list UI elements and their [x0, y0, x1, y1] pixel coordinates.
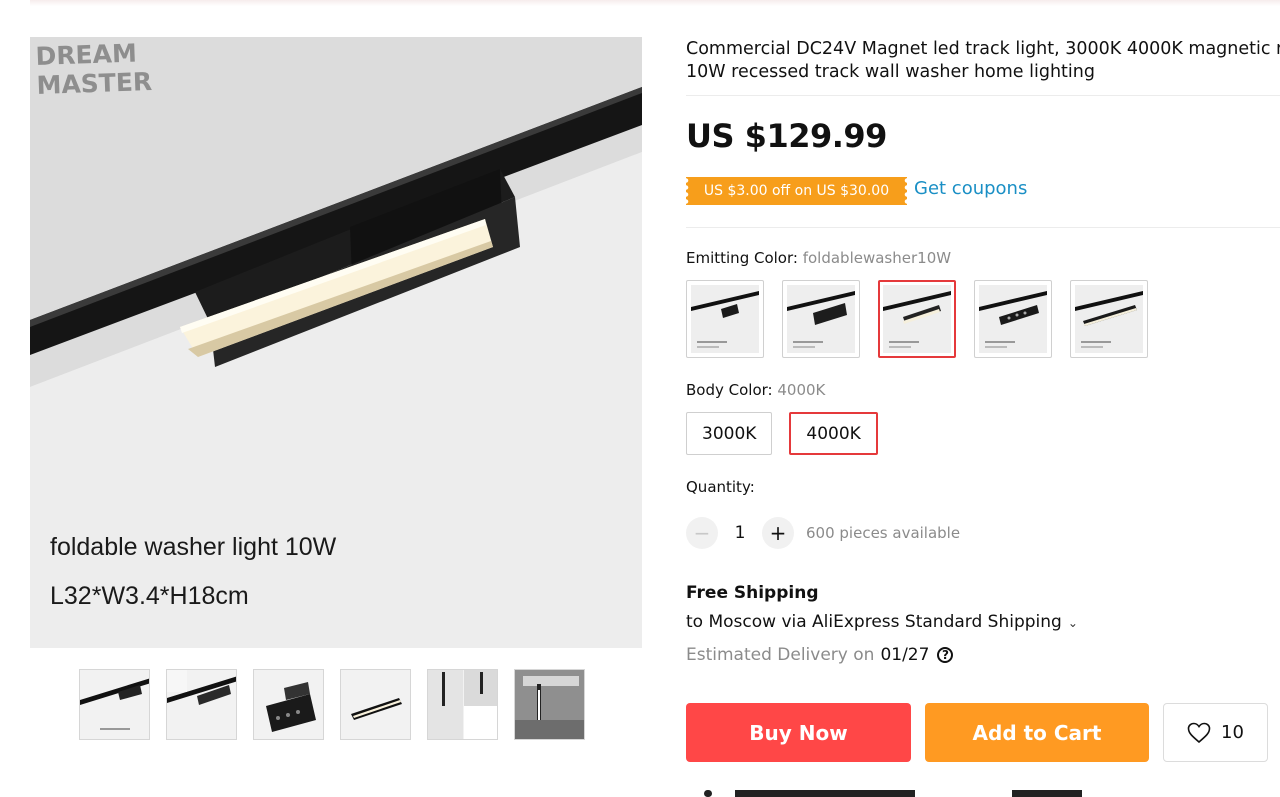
emitting-color-option-selected[interactable] [878, 280, 956, 358]
body-color-options: 3000K 4000K [686, 412, 878, 455]
emitting-color-option[interactable] [974, 280, 1052, 358]
quantity-increase-button[interactable]: + [762, 517, 794, 549]
body-color-selected-value: 4000K [777, 381, 826, 399]
thumbnail[interactable] [514, 669, 585, 740]
cut-off-content [700, 790, 1100, 797]
product-price: US $129.99 [686, 117, 887, 155]
emitting-color-label: Emitting Color: foldablewasher10W [686, 249, 951, 267]
body-color-label-text: Body Color: [686, 381, 773, 399]
image-caption-name: foldable washer light 10W [50, 533, 337, 561]
emitting-color-label-text: Emitting Color: [686, 249, 798, 267]
quantity-stepper: − 1 + 600 pieces available [686, 517, 960, 549]
thumbnail[interactable] [79, 669, 150, 740]
brand-logo: DREAM MASTER [35, 38, 153, 100]
heart-icon [1187, 722, 1211, 743]
thumbnail[interactable] [166, 669, 237, 740]
quantity-available: 600 pieces available [806, 524, 961, 542]
get-coupons-link[interactable]: Get coupons [914, 178, 1027, 199]
coupon-edge-left [686, 177, 690, 205]
product-title: Commercial DC24V Magnet led track light,… [686, 38, 1280, 84]
add-to-cart-button[interactable]: Add to Cart [925, 703, 1149, 762]
product-title-line1: Commercial DC24V Magnet led track light,… [686, 39, 1280, 59]
body-color-option-4000k[interactable]: 4000K [789, 412, 878, 455]
brand-logo-line1: DREAM [35, 38, 138, 72]
brand-logo-line2: MASTER [36, 66, 153, 100]
wishlist-button[interactable]: 10 [1163, 703, 1268, 762]
coupon-badge-text: US $3.00 off on US $30.00 [686, 177, 907, 205]
chevron-down-icon: ⌄ [1067, 616, 1078, 630]
shipping-method-text: to Moscow via AliExpress Standard Shippi… [686, 612, 1062, 632]
emitting-color-option[interactable] [686, 280, 764, 358]
coupon-badge[interactable]: US $3.00 off on US $30.00 [686, 177, 907, 205]
body-color-option-3000k[interactable]: 3000K [686, 412, 773, 455]
quantity-value[interactable]: 1 [718, 523, 762, 543]
image-caption-dimensions: L32*W3.4*H18cm [50, 582, 249, 610]
emitting-color-option[interactable] [1070, 280, 1148, 358]
emitting-color-selected-value: foldablewasher10W [802, 249, 952, 267]
product-title-line2: 10W recessed track wall washer home ligh… [686, 62, 1095, 82]
thumbnail[interactable] [340, 669, 411, 740]
emitting-color-option[interactable] [782, 280, 860, 358]
quantity-decrease-button[interactable]: − [686, 517, 718, 549]
wishlist-count: 10 [1221, 722, 1244, 743]
emitting-color-options [686, 280, 1148, 358]
thumbnail[interactable] [253, 669, 324, 740]
shipping-title: Free Shipping [686, 583, 819, 603]
thumbnail-strip [79, 669, 585, 740]
help-icon[interactable]: ? [937, 647, 954, 663]
main-product-image[interactable]: DREAM MASTER foldable washer light 10W L… [30, 37, 642, 648]
divider [686, 95, 1280, 96]
estimated-delivery-date: 01/27 [880, 645, 930, 665]
shipping-method[interactable]: to Moscow via AliExpress Standard Shippi… [686, 612, 1078, 632]
buy-now-button[interactable]: Buy Now [686, 703, 911, 762]
quantity-label: Quantity: [686, 478, 755, 496]
divider [686, 227, 1280, 228]
estimated-delivery: Estimated Delivery on 01/27 ? [686, 645, 954, 665]
thumbnail[interactable] [427, 669, 498, 740]
estimated-delivery-label: Estimated Delivery on [686, 645, 875, 665]
coupon-edge-right [903, 177, 907, 205]
top-fade [30, 0, 1280, 6]
body-color-label: Body Color: 4000K [686, 381, 825, 399]
